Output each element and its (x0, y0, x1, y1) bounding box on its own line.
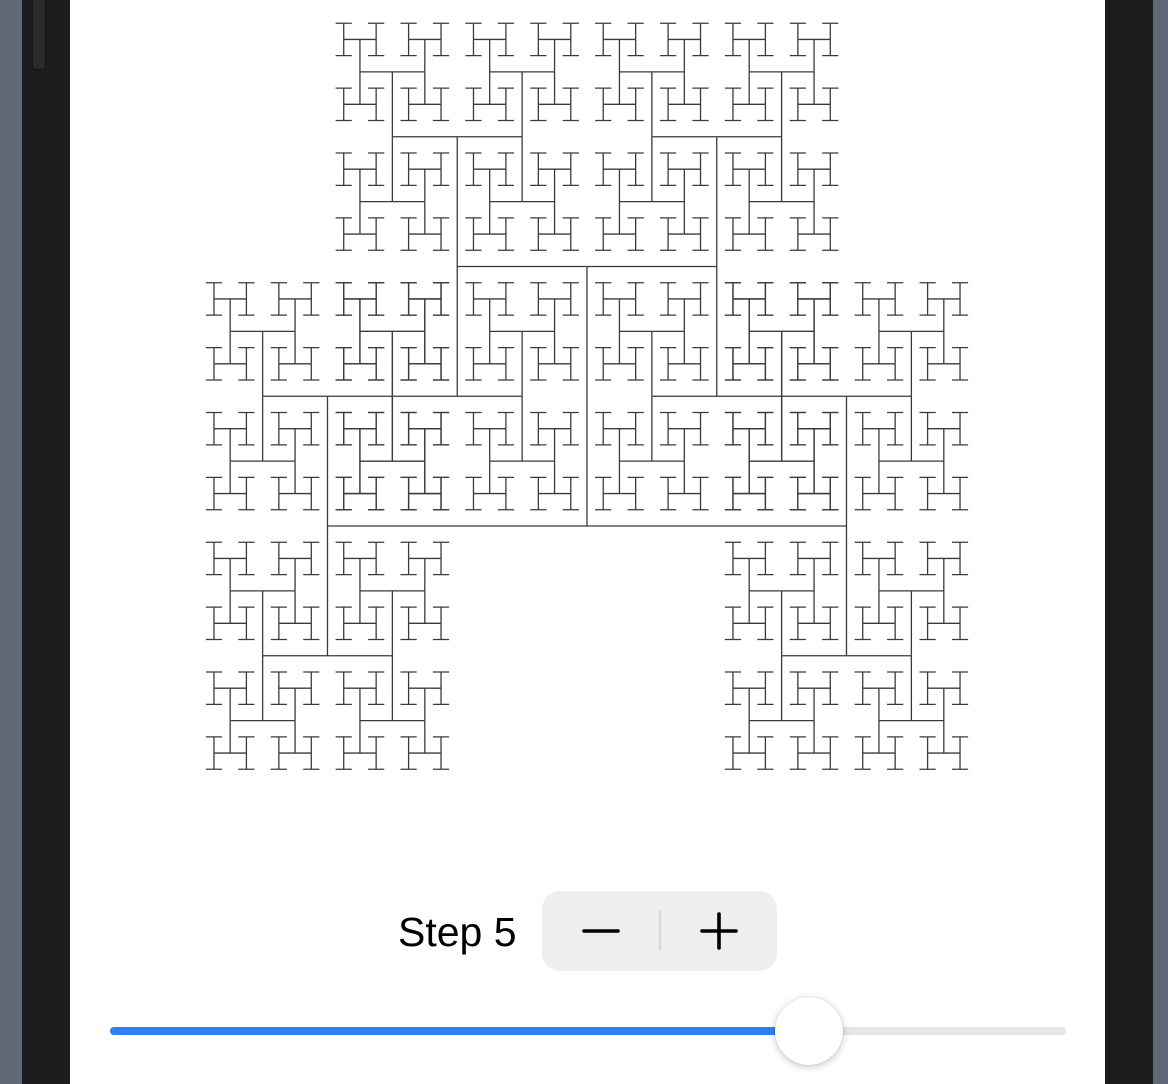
step-slider-thumb[interactable] (774, 997, 843, 1065)
app-screen: Step 5 (70, 0, 1105, 1084)
step-slider-fill (110, 1027, 809, 1035)
fractal-canvas (205, 22, 969, 770)
device-frame-right (1105, 0, 1153, 1084)
minus-icon (581, 929, 620, 933)
step-label: Step 5 (398, 909, 517, 955)
plus-icon (699, 912, 738, 950)
step-stepper (542, 891, 777, 971)
step-slider-track[interactable] (110, 1027, 1066, 1035)
decrement-button[interactable] (542, 891, 659, 971)
device-side-button (32, 0, 46, 70)
device-frame-left (22, 0, 70, 1084)
increment-button[interactable] (660, 891, 777, 971)
